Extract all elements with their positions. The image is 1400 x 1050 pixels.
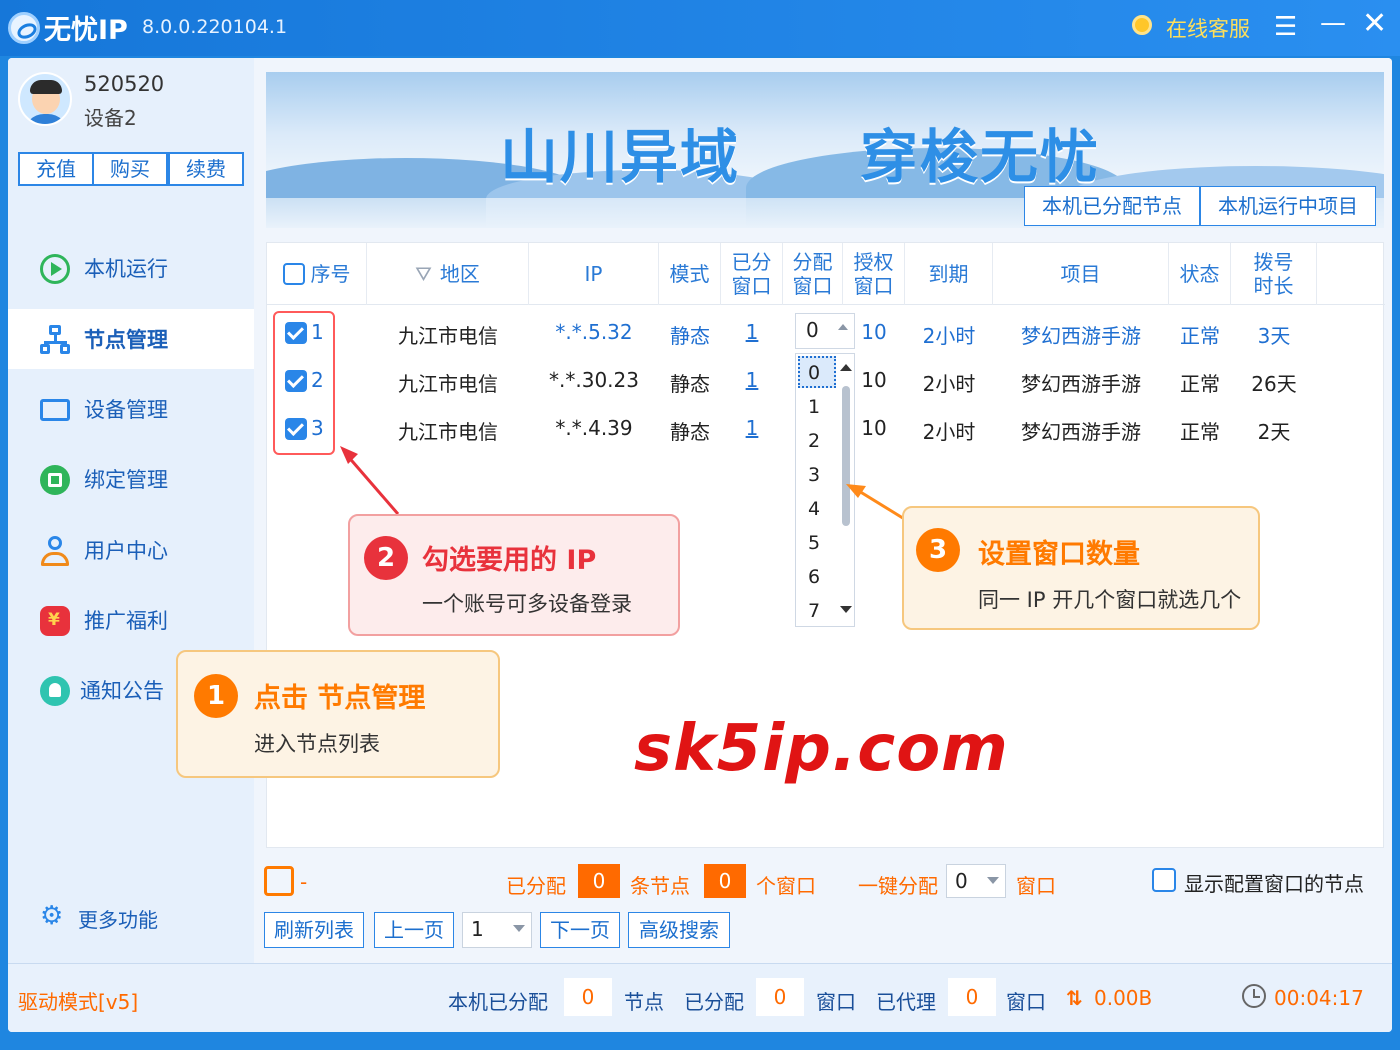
- app-logo-icon: [8, 12, 40, 44]
- step-badge: 3: [916, 528, 960, 572]
- next-page-button[interactable]: 下一页: [540, 912, 620, 948]
- app-version: 8.0.0.220104.1: [142, 16, 288, 38]
- one-click-label: 一键分配: [858, 874, 938, 898]
- local-assigned-value: 0: [564, 978, 612, 1016]
- show-configured-label: 显示配置窗口的节点: [1184, 872, 1364, 896]
- close-icon[interactable]: ✕: [1362, 9, 1387, 39]
- elapsed-time: 00:04:17: [1274, 986, 1364, 1010]
- prev-page-button[interactable]: 上一页: [374, 912, 454, 948]
- one-click-unit: 窗口: [1016, 874, 1056, 898]
- sidebar-item-label: 节点管理: [84, 328, 168, 352]
- assigned-label: 已分配: [684, 990, 744, 1014]
- callout-title: 设置窗口数量: [978, 539, 1140, 570]
- customer-service-icon[interactable]: [1132, 15, 1152, 35]
- app-name: 无忧IP: [44, 15, 128, 46]
- bind-icon: [40, 465, 70, 495]
- show-configured-checkbox[interactable]: [1152, 868, 1176, 892]
- status-bar: 驱动模式[v5] 本机已分配 0 节点 已分配 0 窗口 已代理 0 窗口 ⇅ …: [8, 963, 1392, 1032]
- assigned-value: 0: [756, 978, 804, 1016]
- gear-icon: ⚙: [40, 901, 64, 931]
- sidebar-item-bind-management[interactable]: 绑定管理: [8, 449, 254, 509]
- user-id: 520520: [84, 72, 165, 96]
- sidebar-item-promotion[interactable]: ¥ 推广福利: [8, 590, 254, 650]
- main-window: 520520 设备2 充值 购买 续费 本机运行 节点管理 设备管理 绑定管理: [8, 58, 1392, 1032]
- local-assigned-label: 本机已分配: [448, 990, 548, 1014]
- callout-step-2: 2 勾选要用的 IP 一个账号可多设备登录: [348, 514, 680, 636]
- advanced-search-button[interactable]: 高级搜索: [628, 912, 730, 948]
- play-icon: [40, 254, 70, 284]
- traffic-value: 0.00B: [1094, 986, 1153, 1010]
- refresh-list-button[interactable]: 刷新列表: [264, 912, 364, 948]
- node-tree-icon: [40, 325, 70, 355]
- windows-label-2: 窗口: [1006, 990, 1046, 1014]
- traffic-arrows-icon: ⇅: [1066, 986, 1083, 1010]
- nodes-label: 节点: [624, 990, 664, 1014]
- chevron-down-icon: [987, 877, 999, 884]
- message-dash: -: [300, 870, 308, 894]
- message-icon[interactable]: [264, 866, 294, 896]
- buy-button[interactable]: 购买: [92, 152, 168, 186]
- title-bar: 无忧IP 8.0.0.220104.1 在线客服 ☰ — ✕: [0, 0, 1400, 56]
- sidebar-item-label: 设备管理: [84, 398, 168, 422]
- device-name: 设备2: [84, 106, 137, 130]
- callout-subtitle: 一个账号可多设备登录: [422, 592, 632, 616]
- user-icon: [40, 536, 70, 566]
- callout-subtitle: 同一 IP 开几个窗口就选几个: [978, 588, 1242, 612]
- gift-icon: ¥: [40, 606, 70, 636]
- driver-mode: 驱动模式[v5]: [18, 990, 139, 1014]
- clock-icon: [1242, 984, 1266, 1008]
- callout-step-3: 3 设置窗口数量 同一 IP 开几个窗口就选几个: [902, 506, 1260, 630]
- callout-title: 勾选要用的 IP: [422, 545, 597, 576]
- one-click-select[interactable]: 0: [946, 864, 1006, 898]
- minimize-icon[interactable]: —: [1320, 10, 1346, 36]
- proxied-label: 已代理: [876, 990, 936, 1014]
- sidebar-item-label: 通知公告: [80, 679, 164, 703]
- step-badge: 2: [364, 536, 408, 580]
- windows-label: 窗口: [816, 990, 856, 1014]
- callout-subtitle: 进入节点列表: [254, 732, 380, 756]
- content-area: 山川异域 穿梭无忧 本机已分配节点 本机运行中项目 序号 ⛛ 地区 IP 模式 …: [254, 58, 1392, 963]
- assigned-windows-count: 0: [704, 864, 746, 898]
- sidebar-item-label: 绑定管理: [84, 468, 168, 492]
- more-features-button[interactable]: ⚙ 更多功能: [38, 901, 248, 935]
- windows-unit: 个窗口: [756, 874, 816, 898]
- assigned-nodes-count: 0: [578, 864, 620, 898]
- more-features-label: 更多功能: [78, 908, 158, 932]
- renew-button[interactable]: 续费: [168, 152, 244, 186]
- sidebar-item-label: 推广福利: [84, 609, 168, 633]
- sidebar-item-device-management[interactable]: 设备管理: [8, 379, 254, 439]
- nodes-unit: 条节点: [630, 874, 690, 898]
- chevron-down-icon: [513, 925, 525, 932]
- sidebar-item-user-center[interactable]: 用户中心: [8, 520, 254, 580]
- assigned-label: 已分配: [506, 874, 566, 898]
- avatar[interactable]: [18, 72, 72, 126]
- sidebar-item-local-run[interactable]: 本机运行: [8, 238, 254, 298]
- proxied-value: 0: [948, 978, 996, 1016]
- page-select[interactable]: 1: [462, 912, 532, 948]
- callout-title: 点击 节点管理: [254, 683, 426, 714]
- sidebar-item-node-management[interactable]: 节点管理: [8, 309, 254, 369]
- recharge-button[interactable]: 充值: [18, 152, 94, 186]
- device-icon: [40, 399, 70, 421]
- bell-icon: [40, 676, 70, 706]
- step-badge: 1: [194, 674, 238, 718]
- sidebar-item-label: 用户中心: [84, 539, 168, 563]
- sidebar-item-label: 本机运行: [84, 257, 168, 281]
- customer-service-link[interactable]: 在线客服: [1166, 13, 1250, 43]
- menu-icon[interactable]: ☰: [1274, 14, 1297, 40]
- sidebar: 520520 设备2 充值 购买 续费 本机运行 节点管理 设备管理 绑定管理: [8, 58, 254, 963]
- watermark: sk5ip.com: [634, 712, 1009, 786]
- callout-step-1: 1 点击 节点管理 进入节点列表: [176, 650, 500, 778]
